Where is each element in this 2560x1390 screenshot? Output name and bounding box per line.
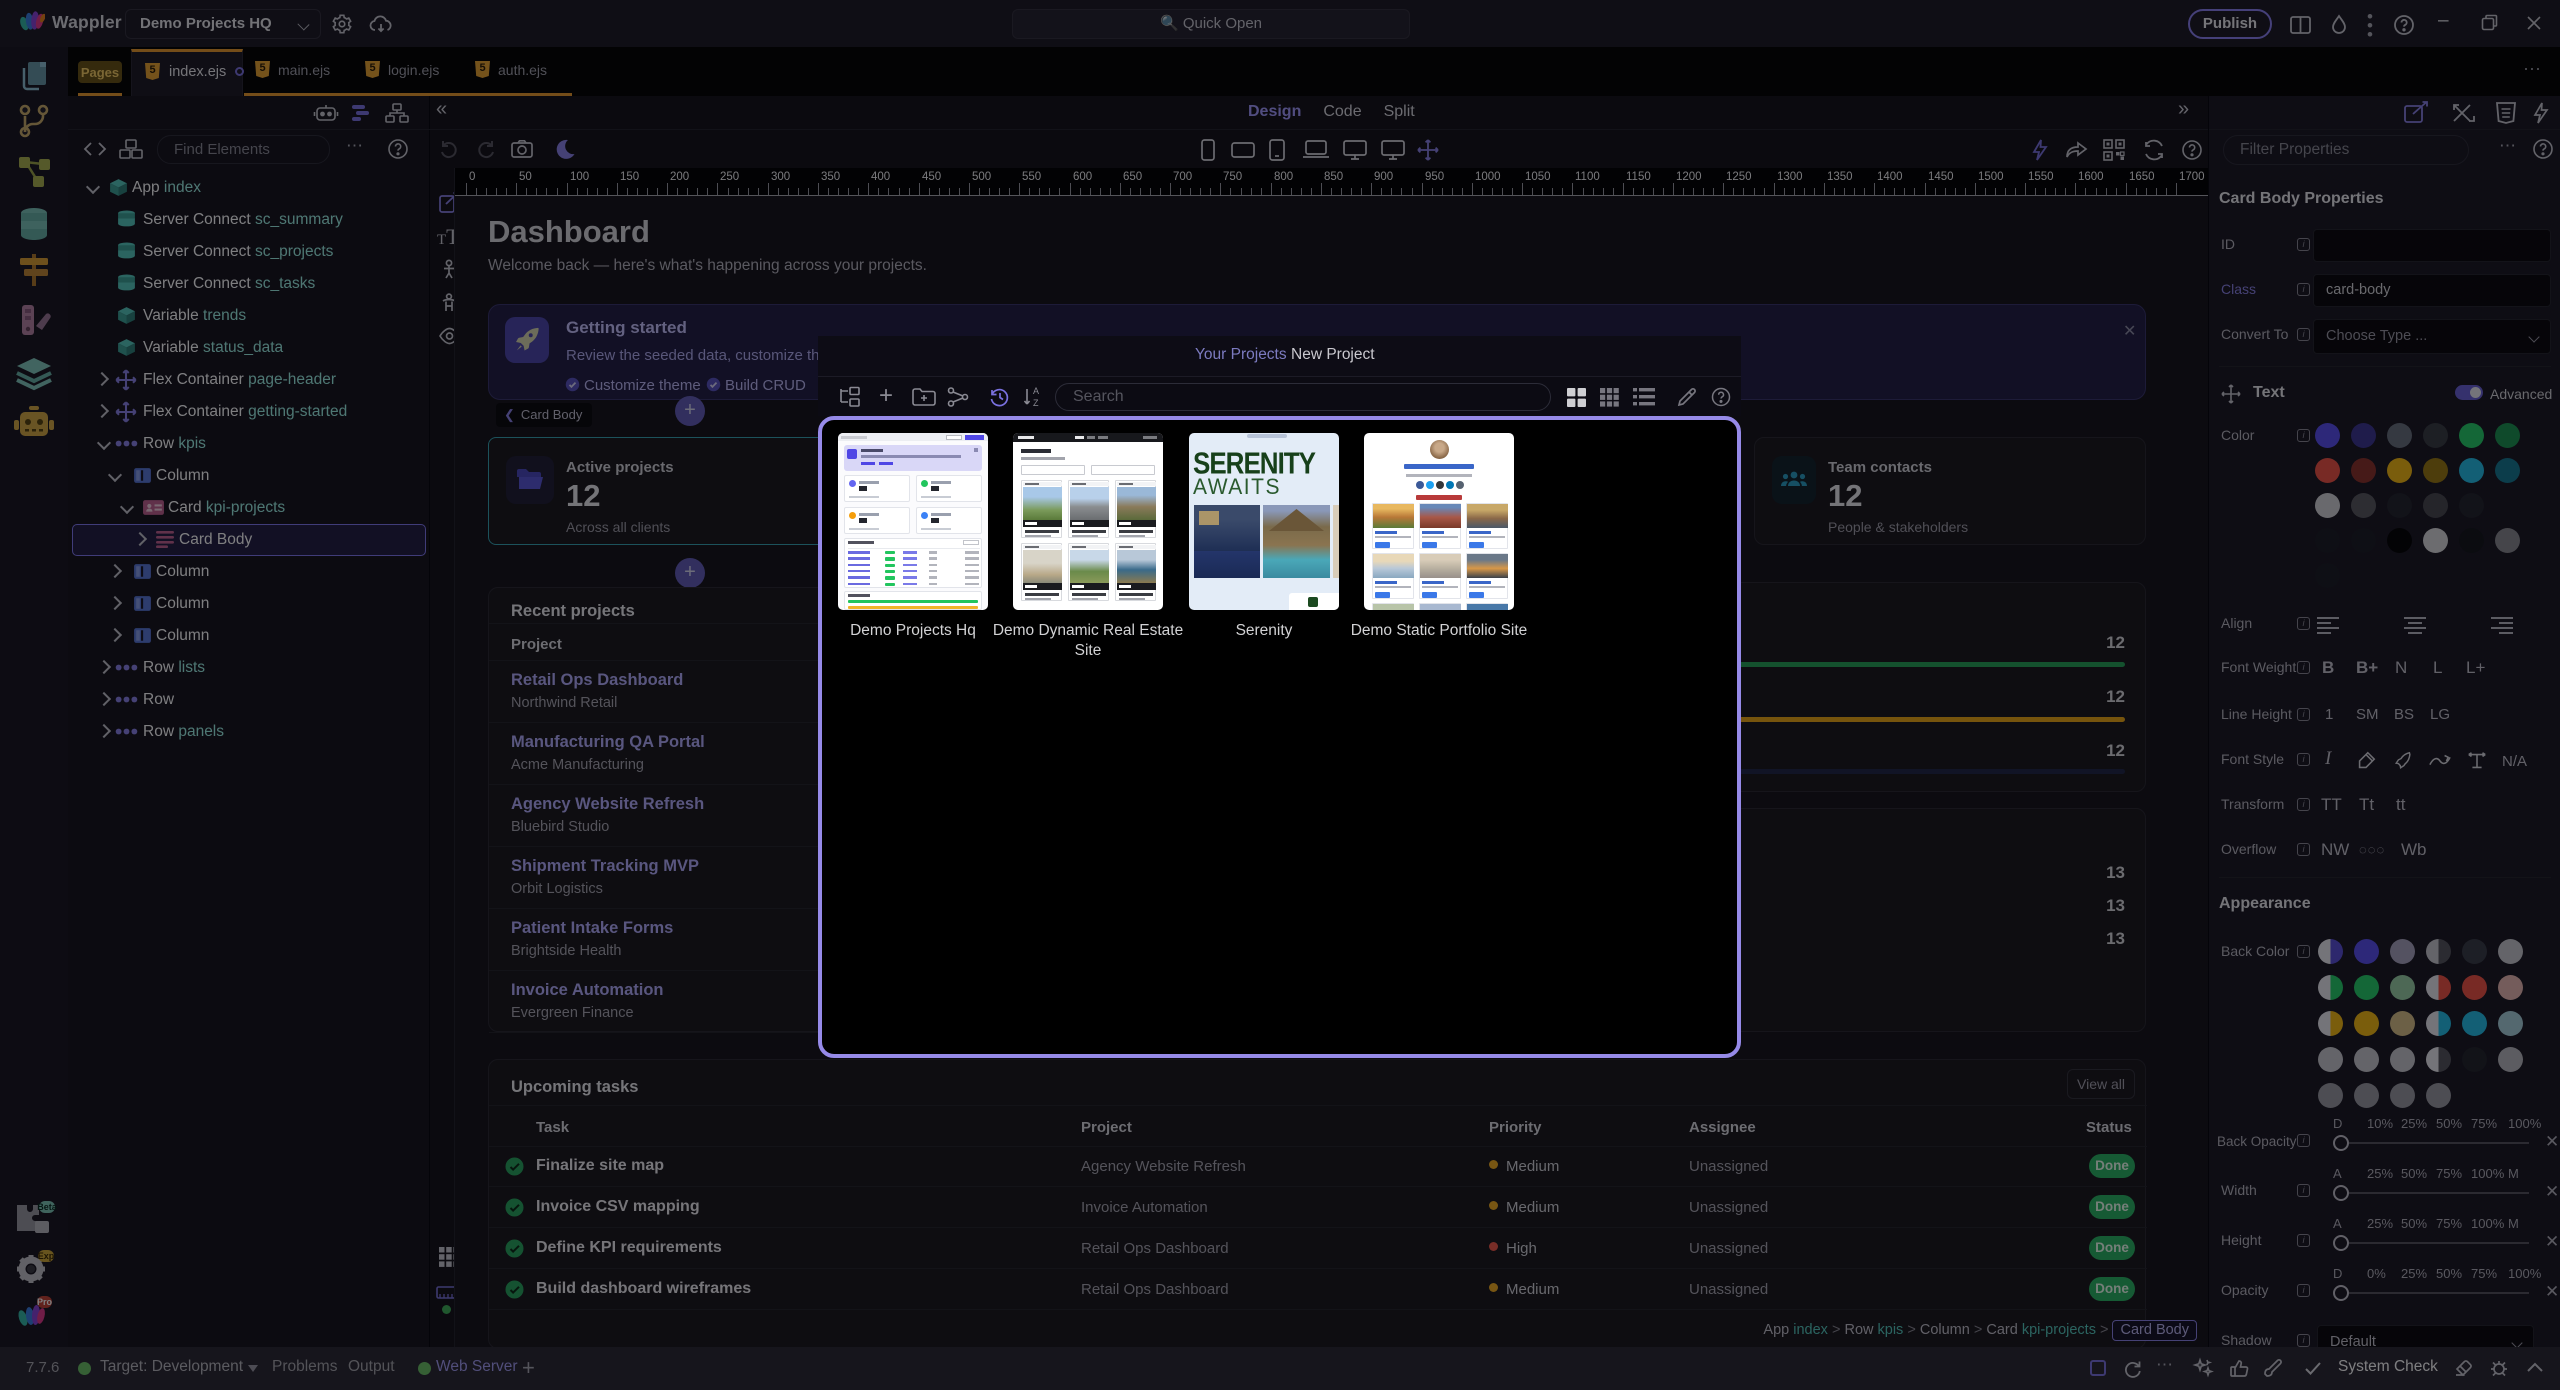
svg-text:A: A (1033, 386, 1039, 396)
svg-text:Z: Z (1033, 398, 1039, 408)
